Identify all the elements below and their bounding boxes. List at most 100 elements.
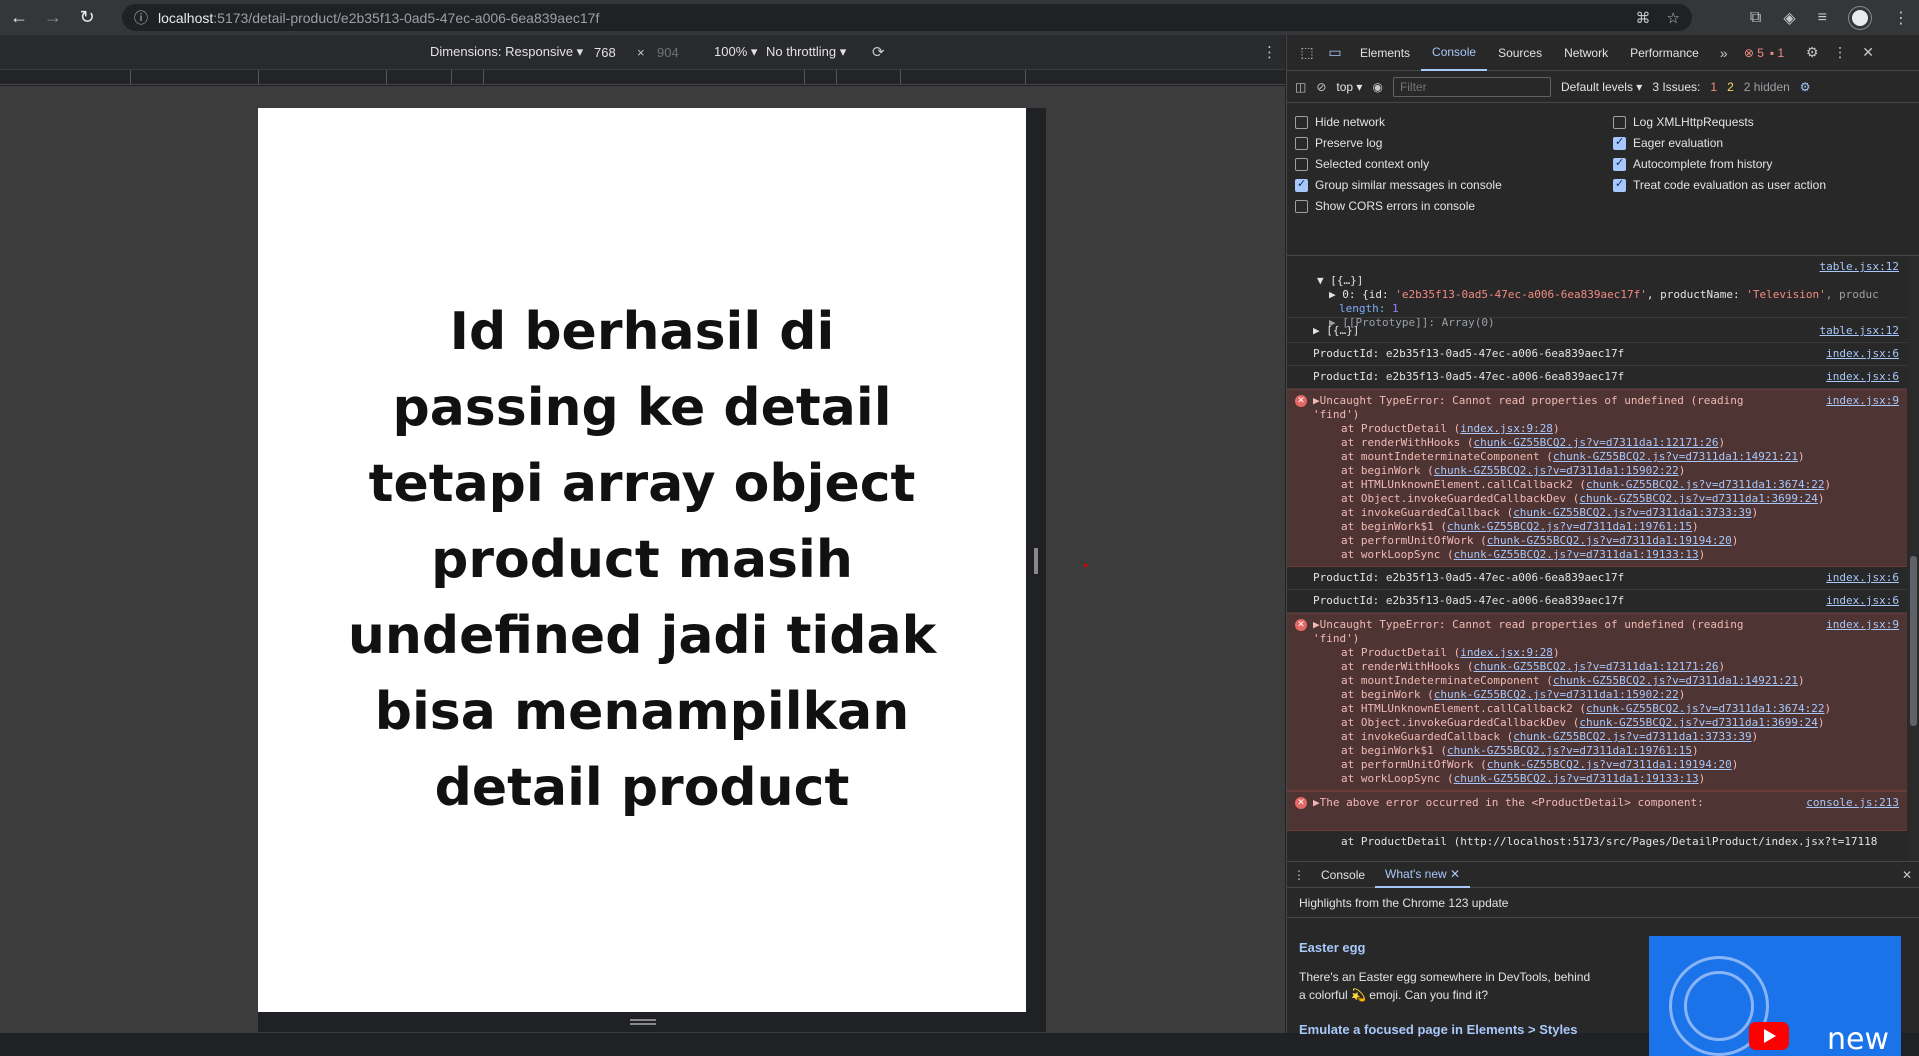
device-toolbar-more-icon[interactable]: ⋮: [1262, 43, 1277, 61]
stack-source-link[interactable]: chunk-GZ55BCQ2.js?v=d7311da1:19133:13: [1454, 548, 1699, 561]
drawer-menu-icon[interactable]: ⋮: [1293, 868, 1311, 882]
setting-log-xhr[interactable]: Log XMLHttpRequests: [1613, 115, 1754, 129]
stack-source-link[interactable]: chunk-GZ55BCQ2.js?v=d7311da1:12171:26: [1473, 660, 1718, 673]
profile-avatar[interactable]: [1849, 6, 1871, 29]
source-link[interactable]: table.jsx:12: [1820, 260, 1899, 274]
swap-dimensions-icon[interactable]: ×: [637, 45, 645, 60]
setting-cors-errors[interactable]: Show CORS errors in console: [1295, 199, 1475, 213]
drawer-tab-whats-new[interactable]: What's new ✕: [1375, 862, 1471, 888]
drawer-tab-console[interactable]: Console: [1311, 862, 1375, 888]
setting-group-similar[interactable]: Group similar messages in console: [1295, 177, 1502, 192]
stack-source-link[interactable]: chunk-GZ55BCQ2.js?v=d7311da1:19194:20: [1487, 758, 1732, 771]
more-tabs-icon[interactable]: »: [1710, 45, 1738, 61]
checkbox[interactable]: [1613, 177, 1626, 192]
resize-handle-right[interactable]: [1026, 108, 1046, 1012]
inspect-element-icon[interactable]: ⬚: [1293, 44, 1321, 61]
checkbox[interactable]: [1613, 115, 1626, 129]
checkbox[interactable]: [1295, 199, 1308, 213]
tab-elements[interactable]: Elements: [1349, 35, 1421, 71]
array-toggle[interactable]: ▶ [{…}]: [1313, 324, 1359, 337]
width-input[interactable]: 768: [594, 45, 616, 60]
stack-source-link[interactable]: index.jsx:9:28: [1460, 646, 1553, 659]
setting-user-action[interactable]: Treat code evaluation as user action: [1613, 177, 1826, 192]
console-scrollbar[interactable]: [1907, 256, 1919, 861]
extensions-icon[interactable]: ⧉: [1750, 9, 1761, 27]
checkbox[interactable]: [1613, 135, 1626, 150]
bookmark-star-icon[interactable]: ☆: [1667, 9, 1680, 27]
tab-network[interactable]: Network: [1553, 35, 1619, 71]
context-selector[interactable]: top ▾: [1336, 80, 1362, 94]
array-item-0[interactable]: ▶ 0: {id: 'e2b35f13-0ad5-47ec-a006-6ea83…: [1317, 288, 1899, 302]
emulate-focused-page-link[interactable]: Emulate a focused page in Elements > Sty…: [1299, 1022, 1578, 1037]
close-tab-icon[interactable]: ✕: [1450, 867, 1460, 881]
stack-source-link[interactable]: chunk-GZ55BCQ2.js?v=d7311da1:3733:39: [1513, 730, 1751, 743]
source-link[interactable]: index.jsx:6: [1826, 347, 1899, 361]
checkbox[interactable]: [1295, 136, 1308, 150]
stack-source-link[interactable]: chunk-GZ55BCQ2.js?v=d7311da1:19133:13: [1454, 772, 1699, 785]
stack-source-link[interactable]: chunk-GZ55BCQ2.js?v=d7311da1:19761:15: [1447, 744, 1692, 757]
filter-input[interactable]: [1392, 76, 1551, 97]
stack-source-link[interactable]: chunk-GZ55BCQ2.js?v=d7311da1:3699:24: [1579, 492, 1817, 505]
setting-selected-context[interactable]: Selected context only: [1295, 157, 1429, 171]
setting-preserve-log[interactable]: Preserve log: [1295, 136, 1382, 150]
translate-icon[interactable]: ⌘: [1636, 9, 1651, 27]
checkbox[interactable]: [1295, 157, 1308, 171]
close-devtools-icon[interactable]: ✕: [1854, 44, 1882, 61]
stack-source-link[interactable]: chunk-GZ55BCQ2.js?v=d7311da1:3674:22: [1586, 702, 1824, 715]
console-settings-gear-icon[interactable]: ⚙: [1800, 80, 1811, 94]
checkbox[interactable]: [1613, 156, 1626, 171]
checkbox[interactable]: [1295, 177, 1308, 192]
address-bar[interactable]: ⓘ localhost:5173/detail-product/e2b35f13…: [122, 4, 1692, 31]
stack-source-link[interactable]: chunk-GZ55BCQ2.js?v=d7311da1:12171:26: [1473, 436, 1718, 449]
stack-source-link[interactable]: chunk-GZ55BCQ2.js?v=d7311da1:14921:21: [1553, 674, 1798, 687]
easter-egg-title[interactable]: Easter egg: [1299, 940, 1365, 955]
live-expression-eye-icon[interactable]: ◉: [1372, 80, 1382, 94]
array-toggle[interactable]: ▼ [{…}]: [1317, 274, 1899, 288]
resize-handle-bottom[interactable]: [258, 1012, 1046, 1032]
media-controls-icon[interactable]: ≡: [1818, 9, 1827, 27]
stack-source-link[interactable]: chunk-GZ55BCQ2.js?v=d7311da1:19194:20: [1487, 534, 1732, 547]
issues-label[interactable]: 3 Issues:: [1652, 80, 1700, 94]
source-link[interactable]: table.jsx:12: [1820, 324, 1899, 338]
back-arrow-icon[interactable]: ←: [4, 3, 34, 33]
site-info-icon[interactable]: ⓘ: [134, 8, 148, 28]
stack-source-link[interactable]: chunk-GZ55BCQ2.js?v=d7311da1:3699:24: [1579, 716, 1817, 729]
tab-performance[interactable]: Performance: [1619, 35, 1710, 71]
checkbox[interactable]: [1295, 115, 1308, 129]
issues-error-count[interactable]: 1: [1710, 80, 1717, 94]
rotate-icon[interactable]: ⟳: [872, 43, 885, 61]
media-query-ruler[interactable]: [0, 70, 1285, 85]
stack-source-link[interactable]: chunk-GZ55BCQ2.js?v=d7311da1:3733:39: [1513, 506, 1751, 519]
source-link[interactable]: console.js:213: [1806, 796, 1899, 810]
source-link[interactable]: index.jsx:6: [1826, 594, 1899, 608]
log-levels-dropdown[interactable]: Default levels ▾: [1561, 80, 1642, 94]
device-toggle-icon[interactable]: ▭: [1321, 44, 1349, 61]
settings-gear-icon[interactable]: ⚙: [1798, 44, 1826, 61]
setting-autocomplete[interactable]: Autocomplete from history: [1613, 156, 1772, 171]
clear-console-icon[interactable]: ⊘: [1316, 80, 1326, 94]
stack-source-link[interactable]: index.jsx:9:28: [1460, 422, 1553, 435]
dimensions-dropdown[interactable]: Dimensions: Responsive ▾: [430, 44, 583, 60]
stack-source-link[interactable]: chunk-GZ55BCQ2.js?v=d7311da1:3674:22: [1586, 478, 1824, 491]
youtube-play-icon[interactable]: [1749, 1022, 1789, 1050]
stack-source-link[interactable]: chunk-GZ55BCQ2.js?v=d7311da1:19761:15: [1447, 520, 1692, 533]
stack-source-link[interactable]: chunk-GZ55BCQ2.js?v=d7311da1:15902:22: [1434, 464, 1679, 477]
scroll-thumb[interactable]: [1910, 556, 1917, 726]
stack-source-link[interactable]: chunk-GZ55BCQ2.js?v=d7311da1:15902:22: [1434, 688, 1679, 701]
issues-warning-count[interactable]: 2: [1727, 80, 1734, 94]
whats-new-video-thumbnail[interactable]: new: [1649, 936, 1901, 1056]
error-message[interactable]: ▶Uncaught TypeError: Cannot read propert…: [1313, 394, 1899, 408]
sidebar-toggle-icon[interactable]: ◫: [1295, 80, 1306, 94]
source-link[interactable]: index.jsx:6: [1826, 370, 1899, 384]
issue-badge[interactable]: ▪ 1: [1770, 46, 1784, 60]
source-link[interactable]: index.jsx:9: [1826, 394, 1899, 408]
zoom-dropdown[interactable]: 100% ▾: [714, 44, 757, 60]
error-badge[interactable]: ⊗ 5: [1744, 46, 1764, 60]
tab-sources[interactable]: Sources: [1487, 35, 1553, 71]
setting-hide-network[interactable]: Hide network: [1295, 115, 1385, 129]
devtools-menu-icon[interactable]: ⋮: [1826, 44, 1854, 61]
tab-console[interactable]: Console: [1421, 35, 1488, 71]
throttling-dropdown[interactable]: No throttling ▾: [766, 44, 846, 60]
error-message[interactable]: ▶Uncaught TypeError: Cannot read propert…: [1313, 618, 1899, 632]
extension-icon[interactable]: ◈: [1783, 8, 1795, 28]
